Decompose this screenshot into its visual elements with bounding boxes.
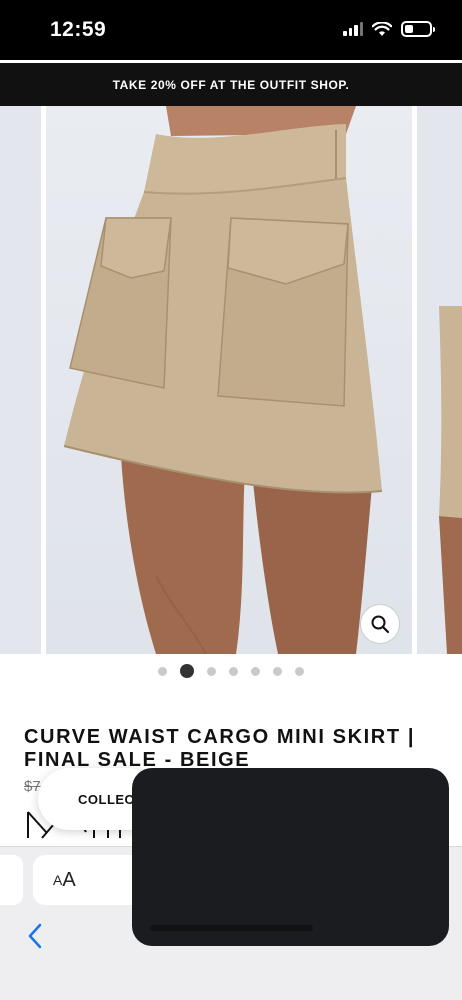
- pagination-dot[interactable]: [229, 666, 238, 676]
- chevron-left-icon: [28, 923, 42, 949]
- gallery-slide-current[interactable]: [46, 106, 412, 654]
- aa-small-letter: A: [53, 872, 63, 888]
- pagination-dot[interactable]: [158, 666, 167, 676]
- gallery-slide-next[interactable]: [417, 106, 462, 654]
- pagination-dot[interactable]: [273, 666, 282, 676]
- collection-label: COLLEC: [78, 791, 135, 807]
- product-title: CURVE WAIST CARGO MINI SKIRT | FINAL SAL…: [24, 726, 416, 771]
- cellular-signal-icon: [343, 22, 363, 36]
- gallery-pagination: [0, 664, 462, 678]
- promo-text: TAKE 20% OFF AT THE OUTFIT SHOP.: [112, 77, 350, 92]
- toolbar-field-left[interactable]: [0, 855, 23, 905]
- pagination-dot[interactable]: [251, 666, 260, 676]
- promo-banner[interactable]: TAKE 20% OFF AT THE OUTFIT SHOP.: [0, 63, 462, 106]
- magnifier-icon: [371, 615, 390, 634]
- product-image: [63, 106, 383, 654]
- aa-large-letter: A: [62, 868, 76, 891]
- gallery-slide-previous[interactable]: [0, 106, 41, 654]
- product-gallery[interactable]: [0, 106, 462, 654]
- reader-settings-button[interactable]: AA: [33, 855, 143, 905]
- back-button[interactable]: [22, 921, 48, 951]
- status-bar: 12:59: [0, 0, 462, 60]
- status-icons: [343, 21, 435, 37]
- wifi-icon: [372, 21, 392, 36]
- home-indicator[interactable]: [150, 925, 313, 931]
- zoom-button[interactable]: [360, 604, 400, 644]
- next-slide-preview: [439, 306, 462, 654]
- overlay-popup[interactable]: [132, 768, 449, 946]
- battery-icon: [401, 21, 435, 37]
- pagination-dot[interactable]: [295, 666, 304, 676]
- status-time: 12:59: [50, 18, 107, 41]
- battery-level: [405, 25, 414, 33]
- web-page: TAKE 20% OFF AT THE OUTFIT SHOP. CURVE W…: [0, 60, 462, 1000]
- pagination-dot-active[interactable]: [180, 664, 194, 678]
- pagination-dot[interactable]: [207, 666, 216, 676]
